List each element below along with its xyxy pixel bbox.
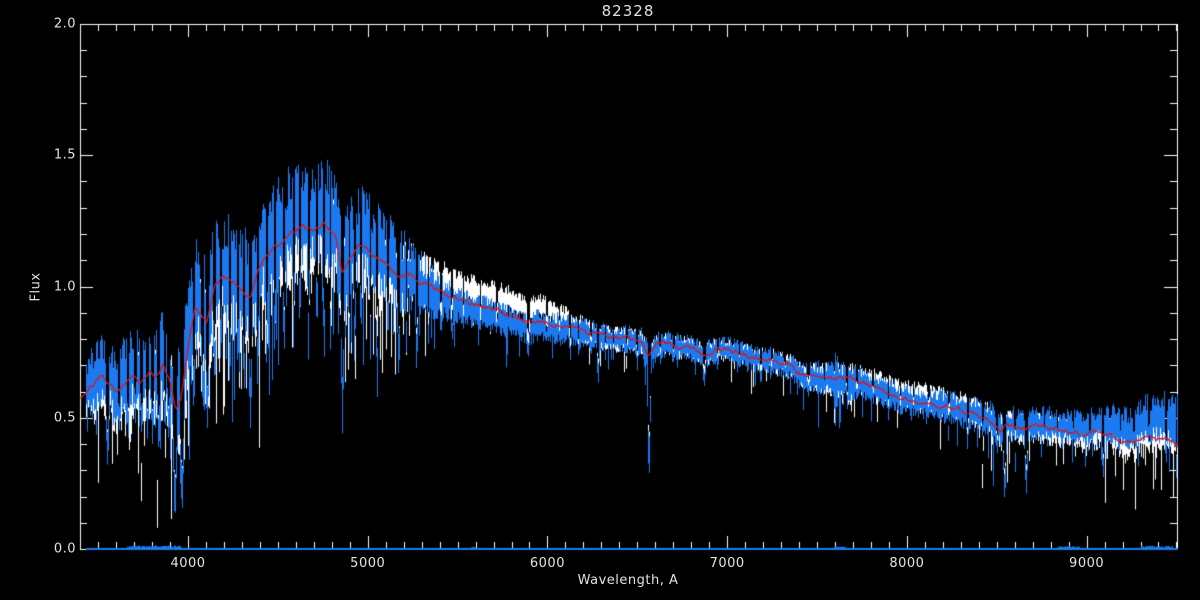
spectrum-chart: 82328 Wavelength, A Flux 400050006000700… bbox=[0, 0, 1200, 600]
x-tick-label: 6000 bbox=[530, 556, 565, 571]
spectrum-plot-canvas bbox=[0, 0, 1200, 600]
x-axis-label: Wavelength, A bbox=[578, 573, 679, 588]
y-tick-label: 1.0 bbox=[32, 279, 76, 294]
x-tick-label: 5000 bbox=[350, 556, 385, 571]
x-tick-label: 8000 bbox=[889, 556, 924, 571]
x-tick-label: 4000 bbox=[170, 556, 205, 571]
y-tick-label: 0.5 bbox=[32, 410, 76, 425]
y-tick-label: 0.0 bbox=[32, 542, 76, 557]
x-tick-label: 7000 bbox=[710, 556, 745, 571]
x-tick-label: 9000 bbox=[1069, 556, 1104, 571]
y-tick-label: 2.0 bbox=[32, 17, 76, 32]
y-tick-label: 1.5 bbox=[32, 148, 76, 163]
chart-title: 82328 bbox=[602, 2, 655, 20]
